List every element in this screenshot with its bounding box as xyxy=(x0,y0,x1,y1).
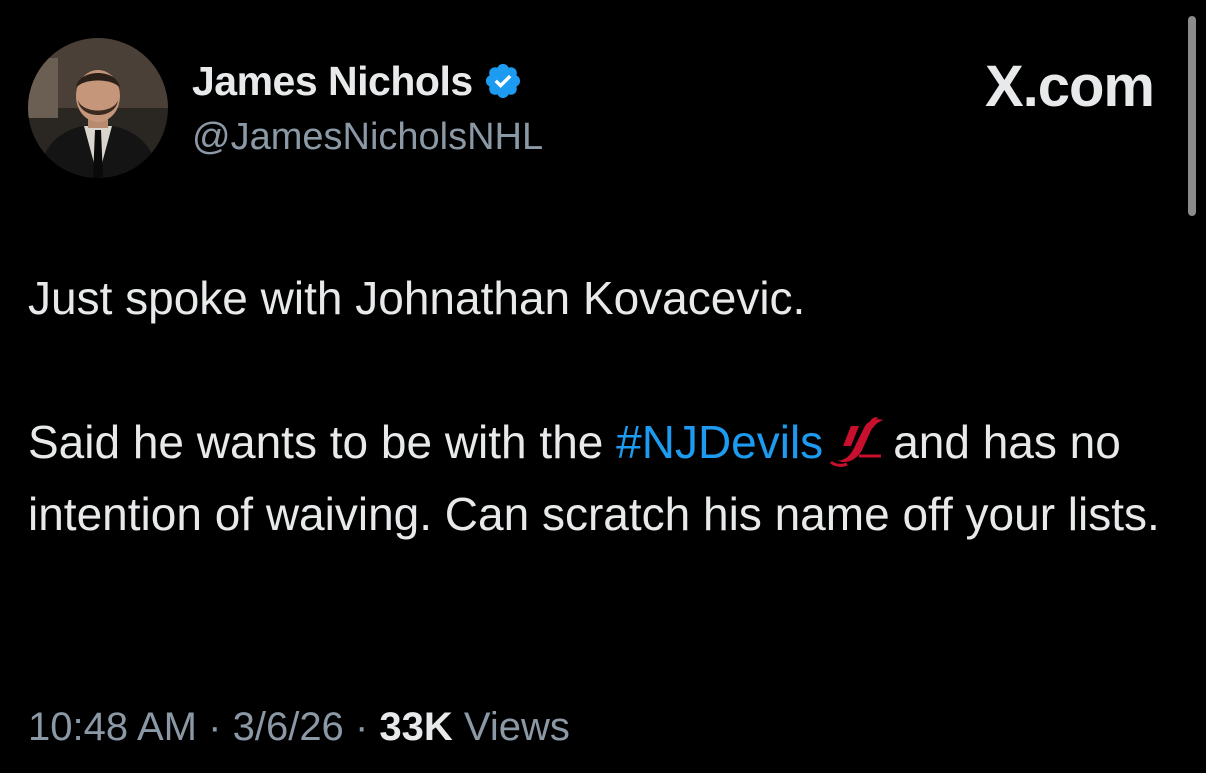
tweet-card: James Nichols @JamesNicholsNHL X.com Jus… xyxy=(0,0,1206,773)
author-names: James Nichols @JamesNicholsNHL xyxy=(192,57,543,159)
brand-label: X.com xyxy=(984,54,1155,119)
tweet-paragraph-2: Said he wants to be with the #NJDevils a… xyxy=(28,406,1168,550)
scrollbar[interactable] xyxy=(1188,16,1196,216)
display-name-row: James Nichols xyxy=(192,57,543,105)
avatar[interactable] xyxy=(28,38,168,178)
verified-badge-icon[interactable] xyxy=(483,61,523,101)
tweet-paragraph-1: Just spoke with Johnathan Kovacevic. xyxy=(28,272,806,324)
tweet-header: James Nichols @JamesNicholsNHL xyxy=(28,38,543,178)
views-count[interactable]: 33K xyxy=(379,705,452,749)
display-name[interactable]: James Nichols xyxy=(192,57,473,105)
nj-devils-logo-icon xyxy=(829,416,887,468)
meta-separator: · xyxy=(208,705,222,749)
tweet-text-before-hashtag: Said he wants to be with the xyxy=(28,416,604,468)
tweet-meta: 10:48 AM · 3/6/26 · 33K Views xyxy=(28,702,570,752)
meta-separator: · xyxy=(354,705,369,749)
hashtag-link[interactable]: #NJDevils xyxy=(616,416,823,468)
tweet-date[interactable]: 3/6/26 xyxy=(233,705,344,749)
author-handle[interactable]: @JamesNicholsNHL xyxy=(192,115,543,159)
views-label: Views xyxy=(463,705,570,749)
tweet-text: Just spoke with Johnathan Kovacevic. Sai… xyxy=(28,262,1168,550)
tweet-time[interactable]: 10:48 AM xyxy=(28,705,197,749)
